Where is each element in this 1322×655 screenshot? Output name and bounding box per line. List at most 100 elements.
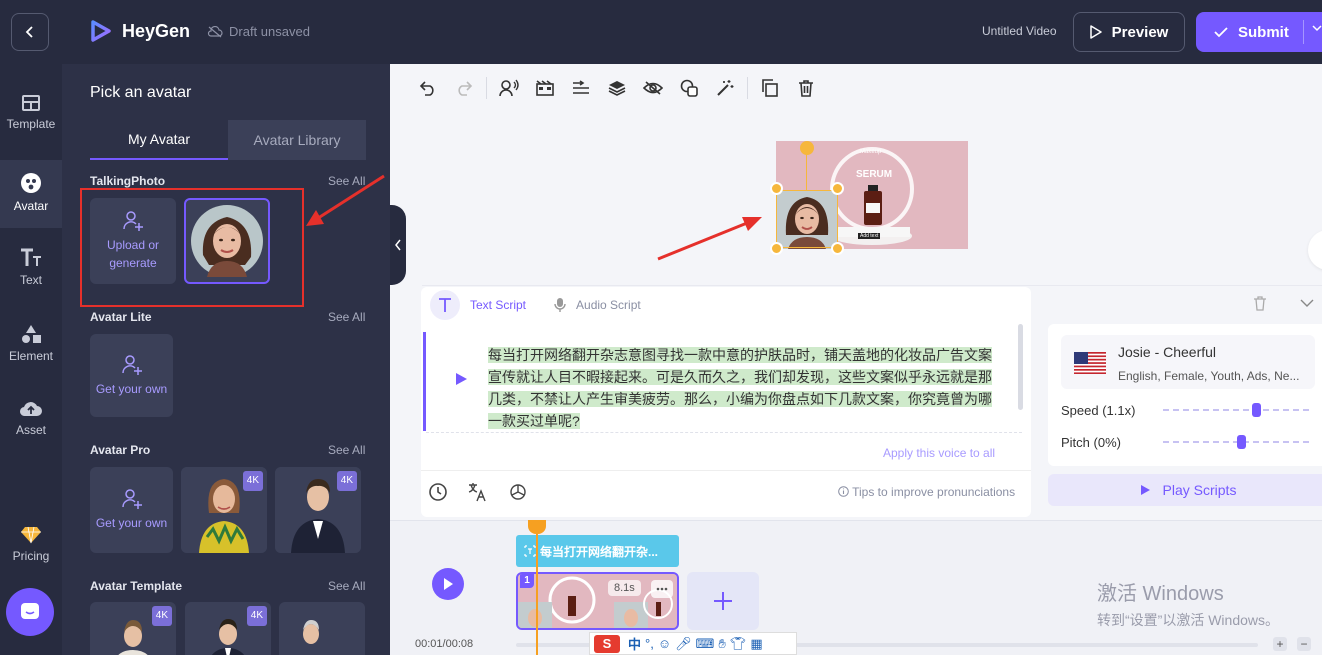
avatar-pro-thumbnail-2[interactable]: 4K (275, 467, 361, 553)
pronunciation-tips[interactable]: Tips to improve pronunciations (838, 485, 1015, 499)
apps-grid-icon[interactable]: ▦ (750, 636, 762, 652)
undo-icon (419, 81, 434, 96)
tab-my-avatar[interactable]: My Avatar (90, 120, 228, 160)
nav-item-text[interactable]: Text (0, 248, 62, 287)
emoji-icon[interactable]: ☺ (658, 636, 671, 651)
script-text[interactable]: 每当打开网络翻开杂志意图寻找一款中意的护肤品时，铺天盖地的化妆品广告文案宣传就让… (488, 344, 996, 432)
hand-icon[interactable]: ✋︎ (718, 636, 725, 652)
text-clip-label: 每当打开网络翻开杂... (540, 544, 659, 559)
4k-badge: 4K (246, 606, 267, 626)
shirt-icon[interactable]: 👕︎ (730, 636, 747, 652)
see-all-avatar-pro[interactable]: See All (328, 443, 365, 457)
translate-icon[interactable] (468, 482, 488, 502)
microphone-icon (554, 298, 566, 312)
pitch-label: Pitch (0%) (1061, 435, 1121, 450)
avatar-template-thumbnail-3[interactable] (279, 602, 365, 655)
play-icon (1140, 485, 1150, 495)
pitch-slider-knob[interactable] (1237, 435, 1246, 449)
text-icon (21, 248, 41, 266)
avatar-template-thumbnail-1[interactable]: 4K (90, 602, 176, 655)
ime-toolbar[interactable]: S 中 °, ☺ 🎤︎ ⌨ ✋︎ 👕︎ ▦ (589, 632, 797, 655)
timeline-play-button[interactable] (432, 568, 464, 600)
layers-button[interactable] (599, 72, 635, 104)
heygen-logo-icon (91, 20, 111, 42)
tab-text-script[interactable]: Text Script (430, 290, 526, 320)
trash-icon[interactable] (1253, 296, 1267, 311)
nav-item-avatar[interactable]: Avatar (0, 160, 62, 228)
nav-label: Template (6, 117, 56, 131)
clock-icon[interactable] (428, 482, 448, 502)
chevron-down-icon[interactable] (1300, 299, 1314, 308)
redo-button[interactable] (446, 72, 482, 104)
nav-item-pricing[interactable]: Pricing (0, 526, 62, 563)
align-button[interactable] (563, 72, 599, 104)
duplicate-button[interactable] (752, 72, 788, 104)
divider (421, 470, 1031, 471)
ime-mode[interactable]: 中 (628, 634, 641, 653)
resize-handle-bottom-right[interactable] (831, 242, 844, 255)
collapse-panel-button[interactable] (390, 205, 406, 285)
zoom-out-button[interactable]: − (1297, 637, 1311, 651)
chat-support-button[interactable] (6, 588, 54, 636)
script-scrollbar[interactable] (1018, 324, 1023, 410)
avatar-pro-thumbnail-1[interactable]: 4K (181, 467, 267, 553)
play-scripts-button[interactable]: Play Scripts (1048, 474, 1322, 506)
get-your-own-lite-card[interactable]: Get your own (90, 334, 173, 417)
punctuation-icon[interactable]: °, (645, 636, 654, 651)
scene-more-button[interactable] (651, 580, 673, 598)
tab-avatar-library[interactable]: Avatar Library (228, 120, 366, 160)
see-all-avatar-lite[interactable]: See All (328, 310, 365, 324)
shape-button[interactable] (671, 72, 707, 104)
background-button[interactable] (527, 72, 563, 104)
nav-item-element[interactable]: Element (0, 324, 62, 363)
play-icon[interactable] (454, 372, 468, 386)
avatar-elderly-image (298, 620, 324, 655)
magic-button[interactable] (707, 72, 743, 104)
microphone-icon[interactable]: 🎤︎ (675, 636, 692, 652)
add-scene-button[interactable] (687, 572, 759, 630)
avatar-voice-button[interactable] (491, 72, 527, 104)
speed-slider-knob[interactable] (1252, 403, 1261, 417)
apply-voice-to-all-link[interactable]: Apply this voice to all (883, 446, 995, 460)
voice-description: English, Female, Youth, Ads, Ne... (1118, 369, 1300, 383)
see-all-avatar-template[interactable]: See All (328, 579, 365, 593)
section-avatar-pro: Avatar Pro (90, 443, 151, 457)
chevron-down-icon[interactable] (1312, 24, 1322, 32)
template-icon (22, 95, 40, 111)
timeline-text-clip[interactable]: 每当打开网络翻开杂... (516, 535, 679, 567)
brand-logo[interactable]: HeyGen (88, 18, 190, 44)
scene-duration: 8.1s (608, 580, 641, 596)
cloud-off-icon (207, 25, 223, 37)
avatar-template-thumbnail-2[interactable]: 4K (185, 602, 271, 655)
resize-handle-top-right[interactable] (831, 182, 844, 195)
rotate-handle[interactable] (800, 141, 814, 155)
magic-wand-icon (717, 80, 734, 96)
get-your-own-pro-card[interactable]: Get your own (90, 467, 173, 553)
timeline-scene-clip[interactable]: 1 8.1s (516, 572, 679, 630)
playhead-line (536, 520, 538, 655)
right-collapse-tab[interactable] (1308, 230, 1322, 270)
video-title[interactable]: Untitled Video (982, 24, 1057, 38)
annotation-arrow-stage (657, 217, 762, 261)
keyboard-icon[interactable]: ⌨ (696, 636, 715, 652)
playhead-handle[interactable] (528, 520, 546, 534)
hide-button[interactable] (635, 72, 671, 104)
windows-activation-watermark: 激活 Windows 转到“设置”以激活 Windows。 (1097, 577, 1279, 630)
undo-button[interactable] (410, 72, 446, 104)
grid-icon (536, 80, 554, 96)
zoom-in-button[interactable]: + (1273, 637, 1287, 651)
back-button[interactable] (11, 13, 49, 51)
resize-handle-top-left[interactable] (770, 182, 783, 195)
plus-icon (714, 592, 732, 610)
see-all-talking-photo[interactable]: See All (328, 174, 365, 188)
speed-slider[interactable] (1163, 409, 1313, 411)
play-scripts-label: Play Scripts (1162, 482, 1237, 498)
resize-handle-bottom-left[interactable] (770, 242, 783, 255)
preview-button[interactable]: Preview (1073, 12, 1185, 52)
nav-item-asset[interactable]: Asset (0, 400, 62, 437)
avatar-tabs: My Avatar Avatar Library (90, 120, 366, 160)
nav-item-template[interactable]: Template (0, 94, 62, 131)
openai-icon[interactable] (508, 482, 528, 502)
tab-audio-script[interactable]: Audio Script (554, 297, 641, 313)
delete-button[interactable] (788, 72, 824, 104)
